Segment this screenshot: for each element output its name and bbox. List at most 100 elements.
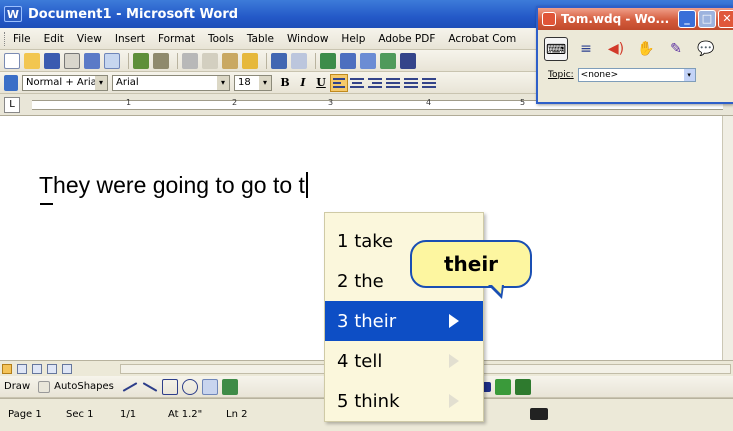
status-at: At 1.2" [168,409,203,420]
menu-edit[interactable]: Edit [44,33,64,45]
textbox-icon[interactable] [201,378,218,395]
columns-icon[interactable] [400,52,416,69]
options-icon[interactable]: ✎ [664,37,688,61]
font-combo[interactable]: Arial ▾ [112,74,230,91]
copy-icon[interactable] [202,52,218,69]
align-right-icon[interactable] [366,75,384,91]
justify-icon[interactable] [384,75,402,91]
spellcheck-icon[interactable] [133,52,149,69]
wordq-titlebar: Tom.wdq - Wo... _ □ ✕ [538,8,733,30]
redo-icon[interactable] [291,52,307,69]
minimize-button[interactable]: _ [678,10,696,28]
select-objects-icon[interactable] [38,380,51,393]
line-spacing-icon[interactable] [402,75,420,91]
reading-layout-view-icon[interactable] [62,363,72,374]
submenu-arrow-icon[interactable] [449,354,459,368]
normal-view-icon[interactable] [2,363,12,374]
ruler-label: 1 [126,98,132,107]
prediction-item[interactable]: 4 tell [325,341,483,381]
speech-bubble: their [410,240,532,288]
menu-view[interactable]: View [77,33,102,45]
toolbar-separator [128,52,129,69]
wordq-app-icon [542,12,556,26]
insert-table-icon[interactable] [360,52,376,69]
menu-tools[interactable]: Tools [208,33,234,45]
toolbar-grip[interactable] [4,31,7,46]
menu-table[interactable]: Table [247,33,274,45]
wordq-title: Tom.wdq - Wo... [561,12,670,26]
submenu-arrow-icon[interactable] [449,394,459,408]
format-painter-icon[interactable] [242,52,258,69]
text-cursor [305,172,308,198]
menu-format[interactable]: Format [158,33,195,45]
prediction-item-selected[interactable]: 3 their [325,301,483,341]
save-icon[interactable] [44,52,60,69]
close-button[interactable]: ✕ [718,10,733,28]
outline-view-icon[interactable] [47,363,57,374]
draw-menu[interactable]: Draw [4,381,30,392]
status-section: Sec 1 [66,409,94,420]
undo-icon[interactable] [271,52,287,69]
list-icon[interactable]: ≡ [574,37,598,61]
ruler-label: 2 [232,98,238,107]
menu-acrobat-comments[interactable]: Acrobat Com [448,33,516,45]
spelling-status-icon[interactable] [530,408,548,420]
wordart-icon[interactable] [221,378,238,395]
italic-button[interactable]: I [294,74,312,92]
cut-icon[interactable] [182,52,198,69]
tables-borders-icon[interactable] [340,52,356,69]
topic-label: Topic: [548,70,574,80]
wordq-window: Tom.wdq - Wo... _ □ ✕ ⌨ ≡ ◀) ✋ ✎ 💬 Topic… [536,6,733,104]
line-icon[interactable] [122,381,138,392]
menu-insert[interactable]: Insert [115,33,145,45]
arrow-icon[interactable] [142,381,158,392]
align-center-icon[interactable] [348,75,366,91]
3d-style-icon[interactable] [514,378,531,395]
menu-window[interactable]: Window [287,33,328,45]
status-line: Ln 2 [226,409,248,420]
style-combo[interactable]: Normal + Aria ▾ [22,74,108,91]
styles-icon[interactable] [4,74,18,91]
bubble-word: their [443,252,499,276]
tab-selector-icon[interactable]: L [4,97,20,113]
topic-select[interactable]: <none> ▾ [577,68,696,82]
keyboard-icon[interactable]: ⌨ [544,37,568,61]
status-page: Page 1 [8,409,42,420]
insert-excel-icon[interactable] [380,52,396,69]
speak-mute-icon[interactable]: ✋ [634,37,658,61]
align-left-button[interactable] [330,73,348,92]
document-text[interactable]: They were going to go to t [39,172,308,199]
print-preview-icon[interactable] [104,52,120,69]
vertical-scrollbar[interactable] [722,116,733,360]
bold-button[interactable]: B [276,74,294,92]
submenu-arrow-icon[interactable] [449,314,459,328]
font-size-combo[interactable]: 18 ▾ [234,74,272,91]
permission-icon[interactable] [64,52,80,69]
menu-help[interactable]: Help [341,33,365,45]
help-bubble-icon[interactable]: 💬 [694,37,718,61]
new-icon[interactable] [4,52,20,69]
toolbar-separator [315,52,316,69]
rectangle-icon[interactable] [161,378,178,395]
hyperlink-icon[interactable] [320,52,336,69]
maximize-button[interactable]: □ [698,10,716,28]
speaker-icon[interactable]: ◀) [604,37,628,61]
research-icon[interactable] [153,52,169,69]
autoshapes-menu[interactable]: AutoShapes [54,381,114,392]
numbering-icon[interactable] [420,75,438,91]
underline-button[interactable]: U [312,74,330,92]
menu-file[interactable]: File [13,33,31,45]
paste-icon[interactable] [222,52,238,69]
print-layout-view-icon[interactable] [32,363,42,374]
open-icon[interactable] [24,52,40,69]
shadow-style-icon[interactable] [494,378,511,395]
ruler-label: 3 [328,98,334,107]
web-layout-view-icon[interactable] [17,363,27,374]
ruler-label: 4 [426,98,432,107]
menu-adobe-pdf[interactable]: Adobe PDF [378,33,435,45]
prediction-item[interactable]: 5 think [325,381,483,421]
oval-icon[interactable] [181,378,198,395]
print-icon[interactable] [84,52,100,69]
wordq-toolbar: ⌨ ≡ ◀) ✋ ✎ 💬 [538,30,733,68]
window-title: Document1 - Microsoft Word [28,6,239,22]
